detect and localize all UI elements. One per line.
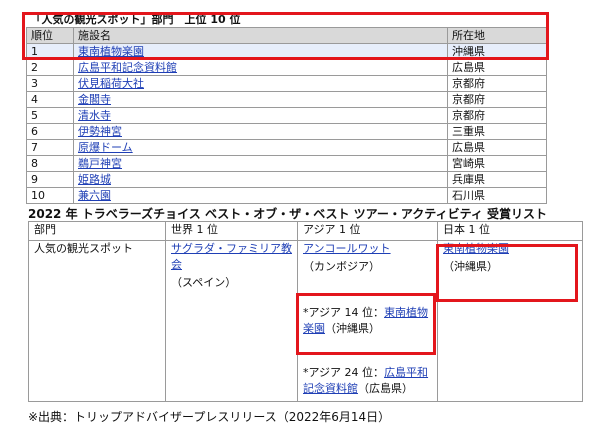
table-row: 1 東南植物楽園 沖縄県: [26, 43, 547, 60]
location-cell: 京都府: [447, 75, 547, 92]
asia-header: アジア 1 位: [297, 221, 438, 241]
table-row: 10 兼六園 石川県: [26, 187, 547, 204]
rank-header: 順位: [26, 27, 74, 44]
rank-cell: 10: [26, 187, 74, 204]
asia-24-note: *アジア 24 位：広島平和記念資料館（広島県）: [303, 365, 432, 397]
rank-cell: 7: [26, 139, 74, 156]
table-row: 2 広島平和記念資料館 広島県: [26, 59, 547, 76]
table-row: 5 清水寺 京都府: [26, 107, 547, 124]
facility-link[interactable]: 鵜戸神宮: [78, 157, 122, 170]
facility-link[interactable]: 清水寺: [78, 109, 111, 122]
japan-location: （沖縄県）: [443, 260, 498, 273]
world-country: （スペイン）: [171, 276, 237, 289]
world-winner-link[interactable]: サグラダ・ファミリア教会: [171, 242, 292, 271]
location-cell: 石川県: [447, 187, 547, 204]
table-row: 4 金閣寺 京都府: [26, 91, 547, 108]
facility-link[interactable]: 金閣寺: [78, 93, 111, 106]
facility-link[interactable]: 伊勢神宮: [78, 125, 122, 138]
location-cell: 宮崎県: [447, 155, 547, 172]
rank-cell: 2: [26, 59, 74, 76]
world-cell: サグラダ・ファミリア教会 （スペイン）: [165, 240, 298, 402]
rank-cell: 3: [26, 75, 74, 92]
facility-link[interactable]: 姫路城: [78, 173, 111, 186]
asia-14-location: （沖縄県）: [325, 322, 380, 335]
category-cell: 人気の観光スポット: [28, 240, 166, 402]
name-header: 施設名: [73, 27, 448, 44]
asia-14-note: *アジア 14 位：東南植物楽園（沖縄県）: [303, 305, 432, 337]
ranking-title: 「人気の観光スポット」部門 上位 10 位: [26, 12, 547, 28]
table-row: 9 姫路城 兵庫県: [26, 171, 547, 188]
location-cell: 兵庫県: [447, 171, 547, 188]
location-cell: 広島県: [447, 139, 547, 156]
asia-cell: アンコールワット （カンボジア） *アジア 14 位：東南植物楽園（沖縄県） *…: [297, 240, 438, 402]
ranking-table: 「人気の観光スポット」部門 上位 10 位 順位 施設名 所在地 1 東南植物楽…: [26, 12, 547, 204]
japan-winner-link[interactable]: 東南植物楽園: [443, 242, 509, 255]
japan-header: 日本 1 位: [437, 221, 583, 241]
facility-link[interactable]: 兼六園: [78, 189, 111, 202]
awards-table: 部門 世界 1 位 アジア 1 位 日本 1 位 人気の観光スポット サグラダ・…: [28, 221, 583, 402]
source-note: ※出典：トリップアドバイザープレスリリース（2022年6月14日）: [28, 410, 391, 424]
rank-cell: 5: [26, 107, 74, 124]
location-cell: 三重県: [447, 123, 547, 140]
asia-24-location: （広島県）: [358, 382, 413, 395]
facility-link[interactable]: 広島平和記念資料館: [78, 61, 177, 74]
table-row: 6 伊勢神宮 三重県: [26, 123, 547, 140]
category-label: 人気の観光スポット: [34, 242, 133, 255]
rank-cell: 4: [26, 91, 74, 108]
asia-winner-link[interactable]: アンコールワット: [303, 242, 391, 255]
location-header: 所在地: [447, 27, 547, 44]
facility-link[interactable]: 伏見稲荷大社: [78, 77, 144, 90]
table-row: 7 原爆ドーム 広島県: [26, 139, 547, 156]
location-cell: 京都府: [447, 107, 547, 124]
table-row: 8 鵜戸神宮 宮崎県: [26, 155, 547, 172]
world-header: 世界 1 位: [165, 221, 298, 241]
facility-link[interactable]: 原爆ドーム: [78, 141, 133, 154]
asia-24-prefix: *アジア 24 位：: [303, 366, 385, 379]
awards-header-row: 部門 世界 1 位 アジア 1 位 日本 1 位: [28, 221, 583, 241]
location-cell: 沖縄県: [447, 43, 547, 60]
location-cell: 京都府: [447, 91, 547, 108]
table-row: 3 伏見稲荷大社 京都府: [26, 75, 547, 92]
rank-cell: 1: [26, 43, 74, 60]
japan-cell: 東南植物楽園 （沖縄県）: [437, 240, 583, 402]
awards-row: 人気の観光スポット サグラダ・ファミリア教会 （スペイン） アンコールワット （…: [28, 240, 583, 402]
asia-country: （カンボジア）: [303, 260, 380, 273]
facility-link[interactable]: 東南植物楽園: [78, 45, 144, 58]
rank-cell: 9: [26, 171, 74, 188]
location-cell: 広島県: [447, 59, 547, 76]
rank-cell: 8: [26, 155, 74, 172]
rank-cell: 6: [26, 123, 74, 140]
ranking-title-row: 「人気の観光スポット」部門 上位 10 位: [26, 12, 547, 28]
category-header: 部門: [28, 221, 166, 241]
awards-title: 2022 年 トラベラーズチョイス ベスト・オブ・ザ・ベスト ツアー・アクティビ…: [28, 207, 548, 221]
ranking-header-row: 順位 施設名 所在地: [26, 27, 547, 44]
asia-14-prefix: *アジア 14 位：: [303, 306, 385, 319]
